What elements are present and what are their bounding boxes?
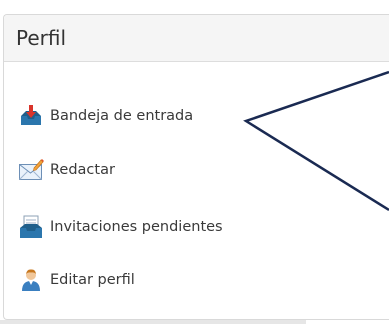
inbox-icon xyxy=(18,103,44,129)
panel-title: Perfil xyxy=(16,26,67,50)
pending-invitations-icon xyxy=(18,214,44,240)
user-profile-icon xyxy=(18,267,44,293)
menu-item-label: Bandeja de entrada xyxy=(50,108,194,124)
bottom-scroll-strip xyxy=(0,320,306,324)
menu-item-label: Redactar xyxy=(50,162,115,178)
menu-item-edit-profile[interactable]: Editar perfil xyxy=(18,265,135,295)
panel-heading: Perfil xyxy=(4,15,389,62)
profile-panel: Perfil Bandeja de entrada Redactar Invit… xyxy=(3,14,389,320)
menu-item-label: Editar perfil xyxy=(50,272,135,288)
menu-item-compose[interactable]: Redactar xyxy=(18,155,115,185)
menu-item-label: Invitaciones pendientes xyxy=(50,219,223,235)
menu-item-pending-invitations[interactable]: Invitaciones pendientes xyxy=(18,212,223,242)
compose-envelope-icon xyxy=(18,157,44,183)
app-canvas: Perfil Bandeja de entrada Redactar Invit… xyxy=(0,0,389,324)
menu-item-inbox[interactable]: Bandeja de entrada xyxy=(18,101,193,131)
